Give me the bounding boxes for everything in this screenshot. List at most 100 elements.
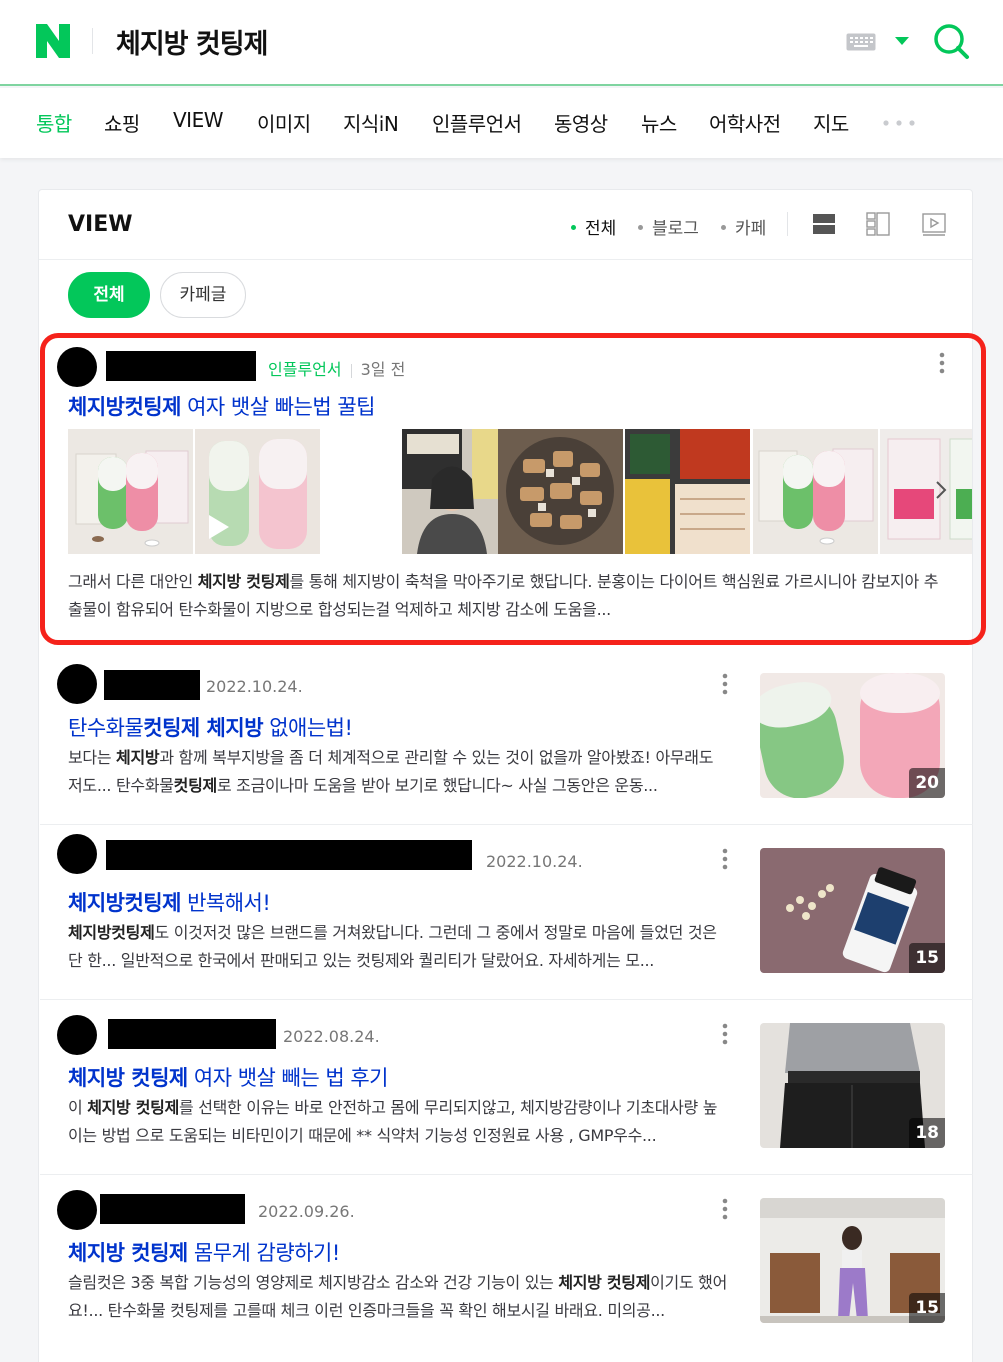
post-title[interactable]: 체지방 컷팅제 여자 뱃살 빼는 법 후기: [68, 1062, 389, 1092]
filter-blog[interactable]: 블로그: [638, 214, 699, 239]
avatar[interactable]: [57, 834, 97, 874]
keyboard-icon[interactable]: [846, 33, 876, 51]
image-count-badge: 15: [909, 943, 945, 973]
post-description: 체지방컷팅제도 이것저것 많은 브랜드를 거쳐왔답니다. 그런데 그 중에서 정…: [68, 919, 728, 975]
post-date: 2022.08.24.: [283, 1027, 380, 1046]
influencer-badge[interactable]: 인플루언서: [268, 360, 342, 379]
search-icon[interactable]: [932, 22, 970, 60]
desc-text: 로 조금이나마 도움을 받아 보기로 했답니다~ 사실 그동안은 운동...: [216, 776, 658, 795]
post-date: 2022.09.26.: [258, 1202, 355, 1221]
desc-keyword: 체지방: [116, 748, 160, 767]
post-meta: 인플루언서 3일 전: [268, 356, 405, 380]
author-name-redacted: [108, 1019, 276, 1049]
filter-cafe[interactable]: 카페: [721, 214, 766, 239]
kebab-icon[interactable]: [722, 1023, 728, 1045]
author-name-redacted: [106, 840, 472, 870]
post-time: 3일 전: [360, 360, 406, 379]
post-title[interactable]: 탄수화물컷팅제 체지방 없애는법!: [68, 712, 353, 742]
post-description: 슬림컷은 3중 복합 기능성의 영양제로 체지방감소 감소와 건강 기능이 있는…: [68, 1269, 730, 1325]
tab-map[interactable]: 지도: [813, 108, 849, 137]
title-keyword: 체지방 컷팅제: [68, 1066, 188, 1090]
row-divider: [40, 1174, 973, 1175]
tab-kin[interactable]: 지식iN: [343, 108, 399, 137]
avatar[interactable]: [57, 1015, 97, 1055]
desc-keyword: 체지방 컷팅제: [87, 1098, 180, 1117]
filter-dot: [571, 224, 576, 230]
post-description: 보다는 체지방과 함께 복부지방을 좀 더 체계적으로 관리할 수 있는 것이 …: [68, 744, 728, 800]
avatar[interactable]: [57, 1190, 97, 1230]
tab-image[interactable]: 이미지: [257, 108, 311, 137]
tab-all[interactable]: 통합: [36, 108, 72, 137]
image-strip[interactable]: [68, 429, 972, 554]
kebab-icon[interactable]: [939, 352, 945, 374]
desc-text: 슬림컷은 3중 복합 기능성의 영양제로 체지방감소 감소와 건강 기능이 있는: [68, 1273, 559, 1292]
list-view-icon[interactable]: [811, 211, 837, 237]
tab-view[interactable]: VIEW: [173, 108, 224, 132]
header-divider: [92, 28, 93, 54]
kebab-icon[interactable]: [722, 1198, 728, 1220]
post-thumbnail[interactable]: 15: [760, 848, 945, 973]
author-name-redacted: [104, 670, 200, 700]
desc-text: 이: [68, 1098, 88, 1117]
section-divider: [39, 259, 972, 260]
title-text: 여자 뱃살 빠는법 꿀팁: [180, 395, 376, 419]
post-title[interactable]: 체지방 컷팅제 몸무게 감량하기!: [68, 1237, 340, 1267]
title-keyword: 체지방컷팅제: [68, 395, 181, 419]
desc-text: 그래서 다른 대안인: [68, 572, 198, 591]
filter-blog-label: 블로그: [652, 219, 699, 239]
tab-dictionary[interactable]: 어학사전: [709, 108, 781, 137]
search-query[interactable]: 체지방 컷팅제: [116, 22, 268, 61]
grill-photo[interactable]: [498, 429, 623, 554]
video-thumbnail[interactable]: [195, 429, 320, 554]
chip-all[interactable]: 전체: [68, 272, 150, 318]
author-name-redacted: [106, 351, 256, 381]
filter-dot: [638, 224, 643, 230]
filter-dot: [721, 224, 726, 230]
filter-all[interactable]: 전체: [571, 214, 616, 239]
post-title[interactable]: 체지방컷팅제 반복해서!: [68, 887, 271, 917]
desc-text: 도 이것저것 많은 브랜드를 거쳐왔답니다. 그런데 그 중에서 정말로 마음에…: [68, 923, 717, 970]
desc-keyword: 체지방 컷팅제: [197, 572, 290, 591]
naver-logo-icon[interactable]: [36, 24, 70, 58]
title-keyword: 체지방 컷팅제: [68, 1241, 188, 1265]
tab-influencer[interactable]: 인플루언서: [432, 108, 522, 137]
title-keyword: 컷팅제 체지방: [143, 716, 264, 740]
post-thumbnail[interactable]: 15: [760, 1198, 945, 1323]
meta-divider: [350, 363, 352, 378]
post-thumbnail[interactable]: 18: [760, 1023, 945, 1148]
row-divider: [40, 824, 973, 825]
kebab-icon[interactable]: [722, 848, 728, 870]
desc-keyword: 체지방 컷팅제: [558, 1273, 651, 1292]
post-date: 2022.10.24.: [206, 677, 303, 696]
more-dots-icon[interactable]: [882, 119, 918, 127]
desc-keyword: 체지방컷팅제: [68, 923, 155, 942]
tab-shopping[interactable]: 쇼핑: [104, 108, 140, 137]
product-box-photo[interactable]: [880, 429, 972, 554]
desc-keyword: 컷팅제: [173, 776, 218, 795]
search-tabs: 통합 쇼핑 VIEW 이미지 지식iN 인플루언서 동영상 뉴스 어학사전 지도: [0, 88, 1003, 158]
image-count-badge: 15: [909, 1293, 945, 1323]
avatar[interactable]: [57, 664, 97, 704]
post-thumbnail[interactable]: 20: [760, 673, 945, 798]
product-photo[interactable]: [68, 429, 193, 554]
kebab-icon[interactable]: [722, 673, 728, 695]
title-keyword: 체지방컷팅제: [68, 891, 181, 915]
tab-video[interactable]: 동영상: [554, 108, 608, 137]
image-count-badge: 18: [909, 1118, 945, 1148]
post-title[interactable]: 체지방컷팅제 여자 뱃살 빠는법 꿀팁: [68, 391, 376, 421]
post-date: 2022.10.24.: [486, 852, 583, 871]
product-photo[interactable]: [753, 429, 878, 554]
view-title: VIEW: [68, 212, 133, 237]
dropdown-caret-icon[interactable]: [894, 36, 910, 46]
card-view-icon[interactable]: [865, 211, 891, 237]
food-photo[interactable]: [625, 429, 750, 554]
video-view-icon[interactable]: [921, 211, 947, 237]
search-header: 체지방 컷팅제: [0, 0, 1003, 86]
next-arrow-icon[interactable]: [934, 480, 948, 500]
post-description: 이 체지방 컷팅제를 선택한 이유는 바로 안전하고 몸에 무리되지않고, 체지…: [68, 1094, 728, 1150]
post-description: 그래서 다른 대안인 체지방 컷팅제를 통해 체지방이 축척을 막아주기로 했답…: [68, 568, 948, 624]
avatar[interactable]: [57, 347, 97, 387]
tab-news[interactable]: 뉴스: [641, 108, 677, 137]
video-duration: 00:55: [340, 526, 388, 544]
chip-cafe-posts[interactable]: 카페글: [160, 272, 246, 318]
